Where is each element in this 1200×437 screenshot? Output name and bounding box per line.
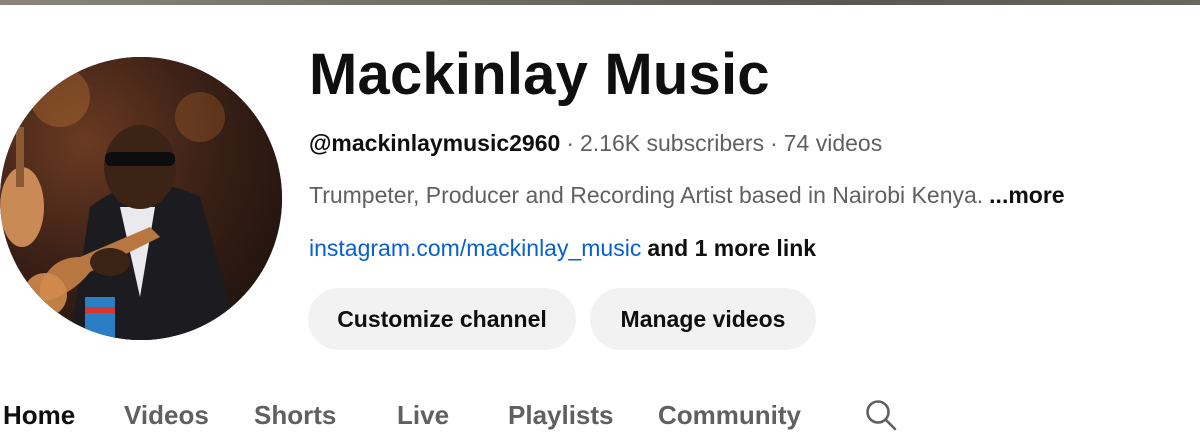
video-count: 74 videos xyxy=(783,130,883,156)
search-icon[interactable] xyxy=(864,398,898,432)
avatar-photo xyxy=(0,57,282,340)
channel-meta: @mackinlaymusic2960 · 2.16K subscribers · 74… xyxy=(309,128,882,158)
subscriber-count: 2.16K subscribers xyxy=(579,130,765,156)
tab-playlists[interactable]: Playlists xyxy=(508,395,614,435)
customize-channel-button[interactable]: Customize channel xyxy=(308,288,576,350)
channel-description[interactable]: Trumpeter, Producer and Recording Artist… xyxy=(309,180,1065,210)
meta-separator: · xyxy=(770,130,778,156)
channel-page: Mackinlay Music @mackinlaymusic2960 · 2.16… xyxy=(0,0,1200,437)
channel-links: instagram.com/mackinlay_music and 1 more … xyxy=(309,233,816,263)
channel-banner-edge xyxy=(0,0,1200,5)
channel-title: Mackinlay Music xyxy=(309,42,770,107)
tab-home[interactable]: Home xyxy=(3,395,75,435)
tab-shorts[interactable]: Shorts xyxy=(254,395,336,435)
description-text: Trumpeter, Producer and Recording Artist… xyxy=(309,182,984,208)
manage-videos-button[interactable]: Manage videos xyxy=(590,288,816,350)
description-more-button[interactable]: ...more xyxy=(989,182,1064,208)
channel-tabs: Home Videos Shorts Live Playlists Commun… xyxy=(0,395,1200,437)
more-links-button[interactable]: and 1 more link xyxy=(647,235,816,261)
instagram-link[interactable]: instagram.com/mackinlay_music xyxy=(309,235,641,261)
tab-videos[interactable]: Videos xyxy=(124,395,209,435)
meta-separator: · xyxy=(566,130,574,156)
channel-avatar[interactable] xyxy=(0,57,282,340)
tab-live[interactable]: Live xyxy=(397,395,449,435)
tab-community[interactable]: Community xyxy=(658,395,801,435)
channel-handle: @mackinlaymusic2960 xyxy=(309,130,561,156)
